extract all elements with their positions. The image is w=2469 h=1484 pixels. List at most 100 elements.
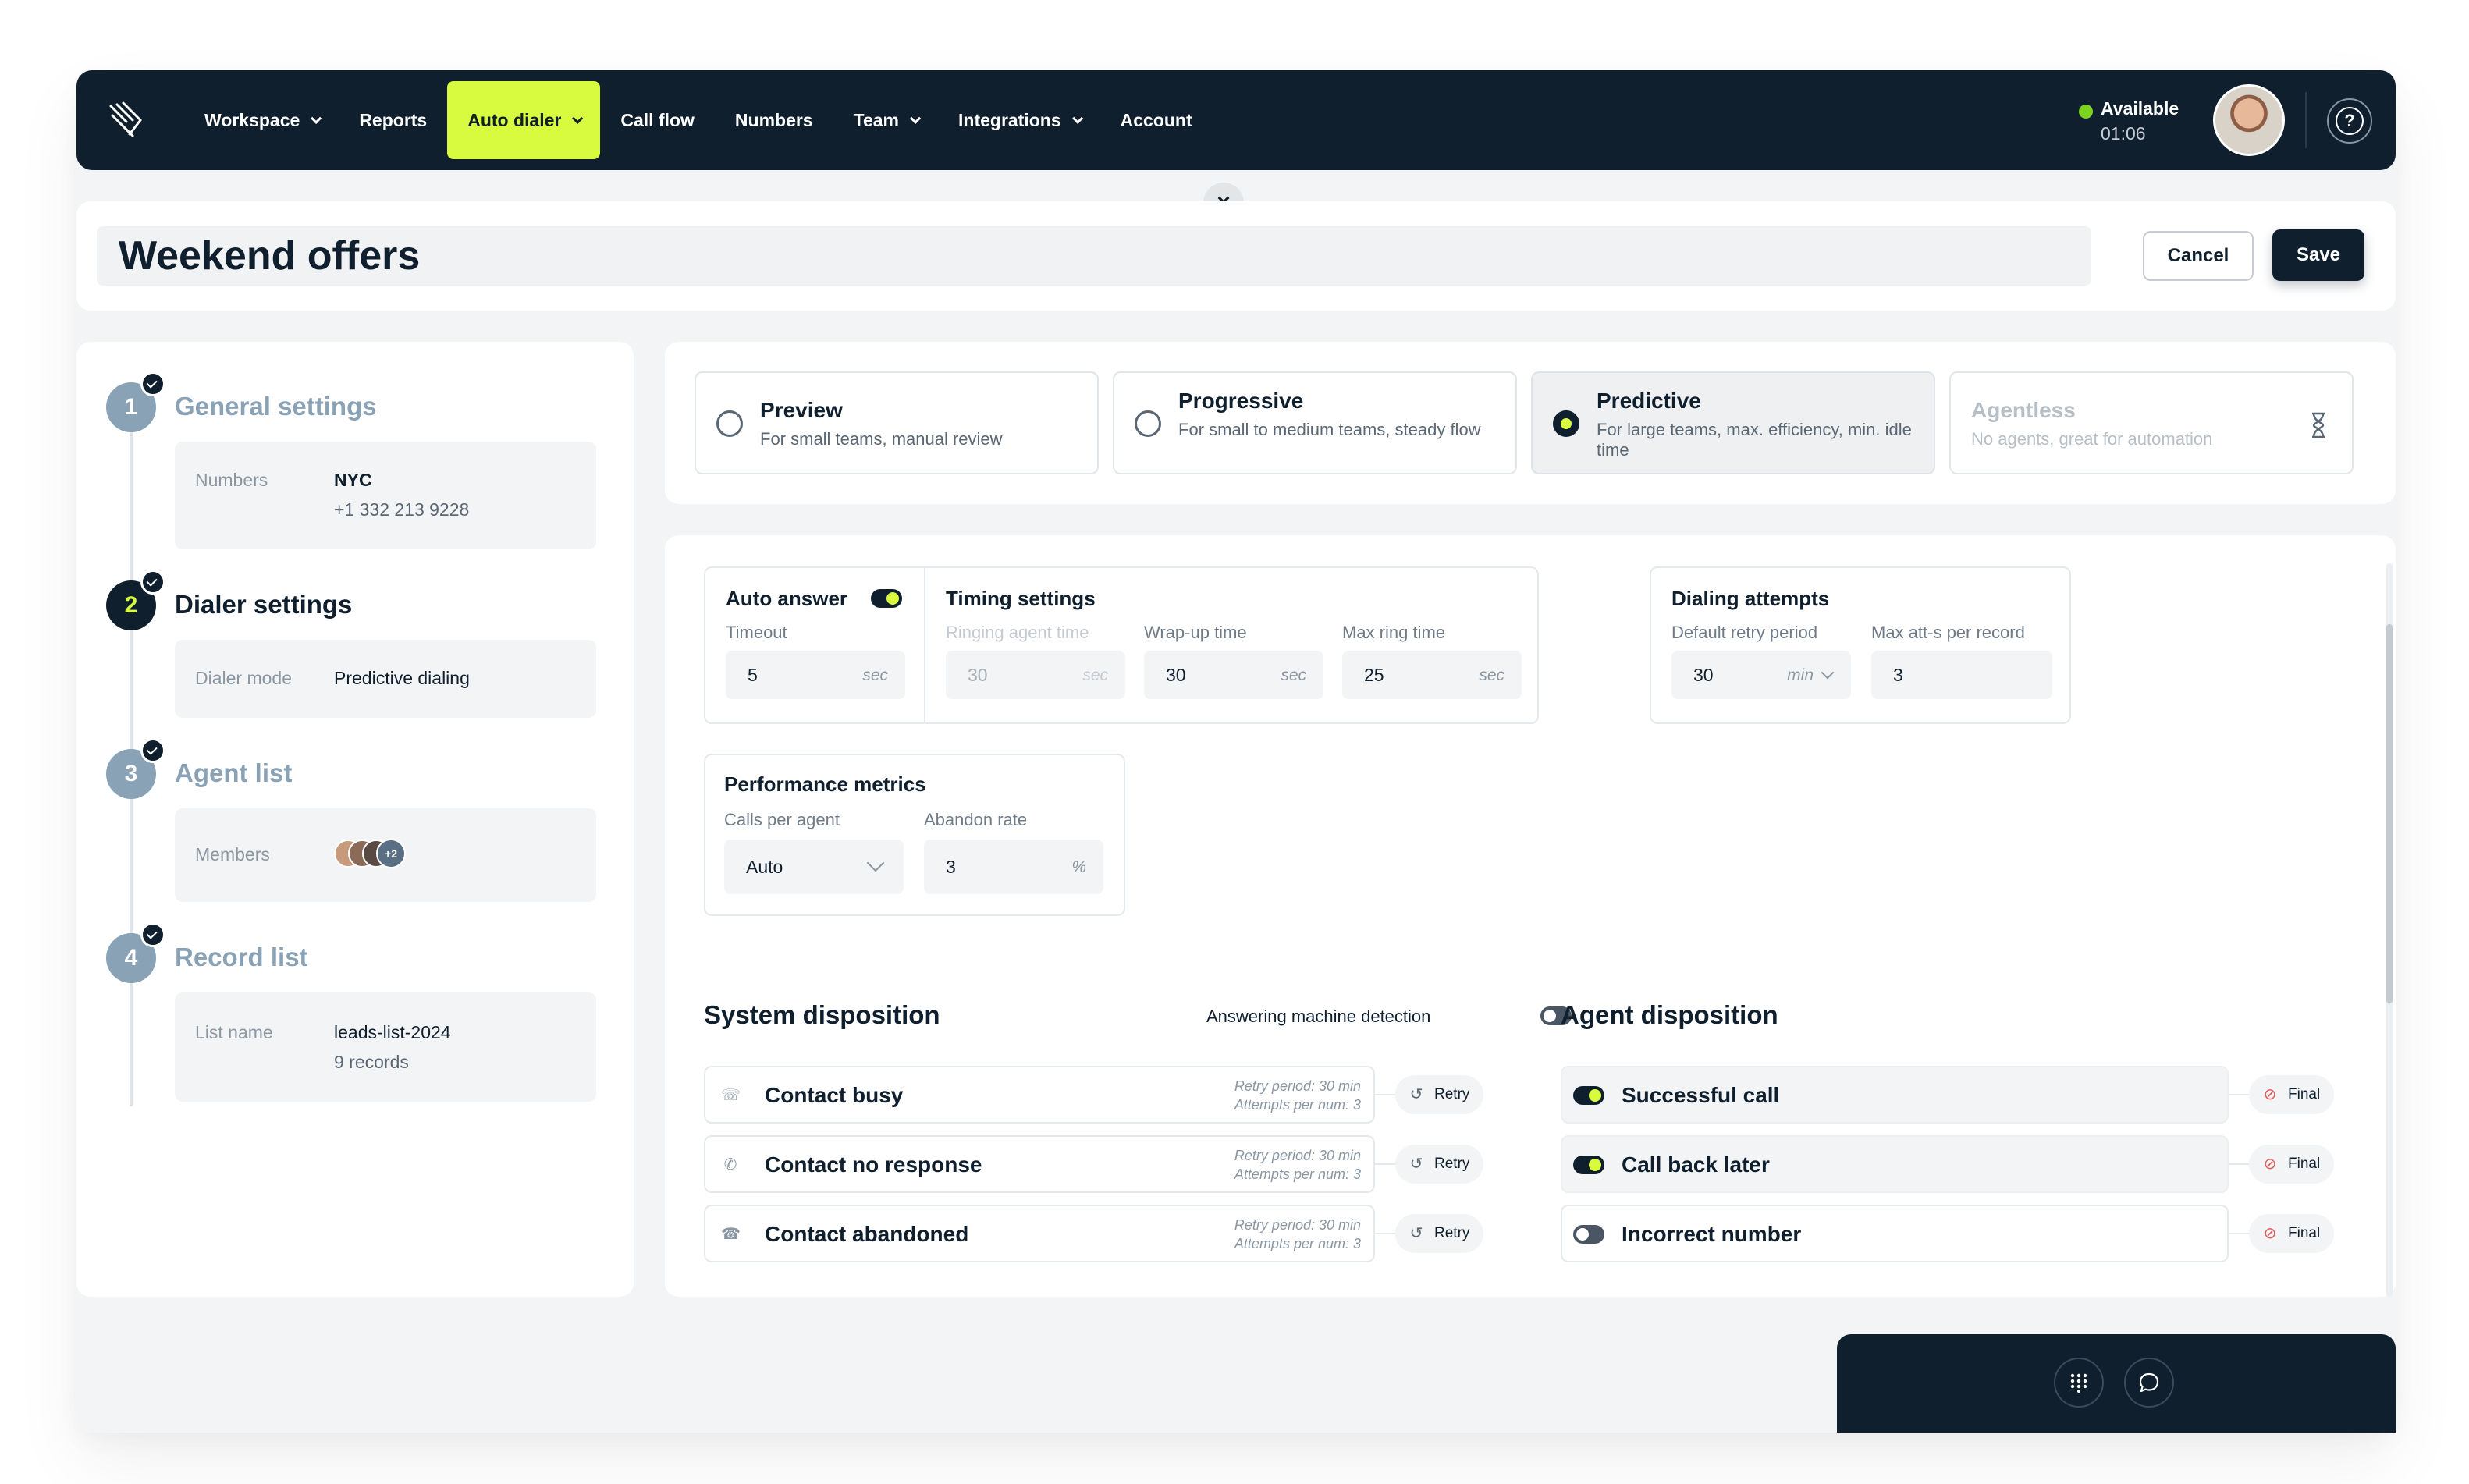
timeout-field[interactable]: 5 sec (726, 651, 905, 699)
disposition-label: Successful call (1622, 1083, 1780, 1107)
nav-item-label: Numbers (734, 109, 813, 130)
nav-item-workspace[interactable]: Workspace (184, 81, 339, 159)
softphone-bar (1837, 1334, 2396, 1433)
retry-period-select[interactable]: 30 min (1671, 651, 1851, 699)
user-avatar[interactable] (2213, 84, 2285, 156)
more-members-badge[interactable]: +2 (376, 839, 406, 868)
final-action-button[interactable]: ⊘ Final (2249, 1145, 2335, 1184)
summary-label: List name (195, 1022, 273, 1042)
campaign-header: Weekend offers Cancel Save (76, 201, 2396, 311)
abandon-rate-field[interactable]: 3 % (924, 840, 1103, 894)
step-title-general-settings[interactable]: General settings (175, 392, 377, 421)
keypad-button[interactable] (2054, 1358, 2104, 1408)
disposition-toggle[interactable] (1573, 1156, 1604, 1174)
ban-icon: ⊘ (2263, 1086, 2277, 1103)
attempts-text: Attempts per num: 3 (1234, 1166, 1361, 1182)
settings-panel: Auto answer Timeout 5 sec Timing setting… (665, 535, 2396, 1297)
action-label: Retry (1434, 1086, 1470, 1102)
hourglass-icon (2312, 412, 2325, 438)
campaign-name-input[interactable]: Weekend offers (97, 226, 2091, 286)
nav-item-numbers[interactable]: Numbers (715, 81, 833, 159)
nav-item-integrations[interactable]: Integrations (938, 81, 1100, 159)
summary-record-count: 9 records (334, 1052, 409, 1072)
field-value: 30 (1693, 665, 1714, 685)
retry-action-button[interactable]: ↺ Retry (1395, 1075, 1484, 1114)
abandon-rate-label: Abandon rate (924, 810, 1028, 829)
max-attempts-field[interactable]: 3 (1871, 651, 2052, 699)
wrapup-time-field[interactable]: 30 sec (1144, 651, 1323, 699)
retry-period-label: Default retry period (1671, 623, 1818, 642)
chevron-down-icon (910, 112, 922, 124)
mode-option-predictive[interactable]: Predictive For large teams, max. efficie… (1531, 371, 1935, 474)
agent-disposition-title: Agent disposition (1561, 1000, 1778, 1029)
retry-period-text: Retry period: 30 min (1234, 1217, 1361, 1233)
mode-description: For small to medium teams, steady flow (1178, 420, 1481, 439)
agent-disposition-row[interactable]: Call back later (1561, 1135, 2229, 1193)
action-label: Final (2288, 1086, 2321, 1102)
cancel-button[interactable]: Cancel (2143, 231, 2254, 281)
disposition-toggle[interactable] (1573, 1086, 1604, 1105)
help-button[interactable]: ? (2327, 98, 2372, 144)
help-icon: ? (2336, 107, 2364, 135)
field-unit: sec (1082, 666, 1108, 684)
disposition-toggle[interactable] (1573, 1225, 1604, 1244)
save-button[interactable]: Save (2272, 229, 2364, 281)
check-icon (140, 922, 165, 947)
nav-item-account[interactable]: Account (1100, 81, 1213, 159)
nav-item-label: Account (1120, 109, 1192, 130)
mode-description: For small teams, manual review (760, 429, 1003, 449)
step-summary-dialer-mode: Dialer mode Predictive dialing (175, 640, 596, 718)
keypad-icon (2070, 1373, 2087, 1393)
nav-item-call-flow[interactable]: Call flow (600, 81, 715, 159)
attempts-text: Attempts per num: 3 (1234, 1236, 1361, 1251)
performance-title: Performance metrics (724, 772, 926, 796)
ringing-time-field: 30 sec (946, 651, 1125, 699)
timeout-label: Timeout (726, 623, 787, 642)
step-title-dialer-settings[interactable]: Dialer settings (175, 590, 352, 620)
timing-settings-title: Timing settings (946, 587, 1096, 610)
field-value: 3 (946, 857, 956, 877)
dialer-mode-selector: Preview For small teams, manual review P… (665, 342, 2396, 504)
scrollbar-thumb[interactable] (2386, 624, 2393, 1003)
nav-item-label: Call flow (620, 109, 695, 130)
system-disposition-row[interactable]: ☎ Contact abandoned Retry period: 30 min… (704, 1205, 1375, 1262)
retry-action-button[interactable]: ↺ Retry (1395, 1214, 1484, 1253)
brand-logo-icon[interactable] (106, 100, 148, 142)
nav-item-reports[interactable]: Reports (339, 81, 447, 159)
final-action-button[interactable]: ⊘ Final (2249, 1214, 2335, 1253)
settings-scrollbar[interactable] (2386, 563, 2393, 1297)
mode-title: Agentless (1971, 398, 2076, 422)
chat-button[interactable] (2124, 1358, 2174, 1408)
chevron-down-icon (572, 112, 584, 124)
final-action-button[interactable]: ⊘ Final (2249, 1075, 2335, 1114)
step-title-record-list[interactable]: Record list (175, 943, 308, 972)
nav-item-auto-dialer[interactable]: Auto dialer (447, 81, 601, 159)
mode-option-preview[interactable]: Preview For small teams, manual review (695, 371, 1099, 474)
disposition-label: Incorrect number (1622, 1222, 1802, 1246)
phone-hangup-icon: ☎ (721, 1226, 741, 1243)
disposition-label: Contact busy (765, 1083, 904, 1107)
action-label: Final (2288, 1225, 2321, 1241)
nav-item-label: Reports (359, 109, 428, 130)
disposition-meta: Retry period: 30 min Attempts per num: 3 (1234, 1146, 1361, 1184)
action-label: Retry (1434, 1156, 1470, 1172)
mode-option-progressive[interactable]: Progressive For small to medium teams, s… (1113, 371, 1517, 474)
check-icon (140, 738, 165, 763)
auto-answer-toggle[interactable] (871, 589, 902, 608)
radio-selected-icon (1553, 410, 1579, 437)
agent-disposition-row[interactable]: Successful call (1561, 1066, 2229, 1124)
calls-per-agent-select[interactable]: Auto (724, 840, 904, 894)
step-title-agent-list[interactable]: Agent list (175, 758, 292, 788)
agent-disposition-row[interactable]: Incorrect number (1561, 1205, 2229, 1262)
max-ring-time-field[interactable]: 25 sec (1342, 651, 1522, 699)
status-dot-icon (2079, 105, 2093, 119)
field-unit: sec (862, 666, 888, 684)
retry-action-button[interactable]: ↺ Retry (1395, 1145, 1484, 1184)
phone-missed-icon: ✆ (723, 1156, 737, 1173)
nav-item-team[interactable]: Team (833, 81, 938, 159)
mode-title: Preview (760, 398, 843, 422)
system-disposition-row[interactable]: ☏ Contact busy Retry period: 30 min Attem… (704, 1066, 1375, 1124)
chevron-down-icon (311, 112, 322, 124)
nav-divider (2305, 92, 2307, 148)
system-disposition-row[interactable]: ✆ Contact no response Retry period: 30 m… (704, 1135, 1375, 1193)
